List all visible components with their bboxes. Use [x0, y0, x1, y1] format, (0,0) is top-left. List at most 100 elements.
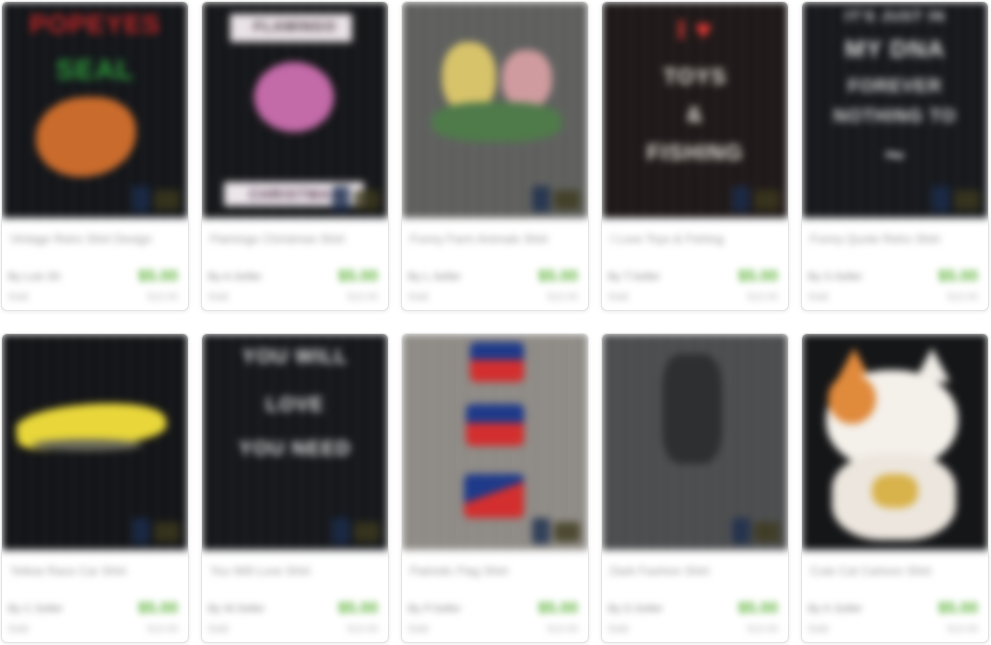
product-price: $5.00 [937, 268, 978, 285]
poster-text: IT'S JUST IN [844, 8, 946, 25]
shirt-badge [132, 518, 150, 544]
original-price: $18.99 [747, 624, 778, 635]
product-price: $5.00 [137, 600, 178, 617]
product-info: Yellow Race Car Shirt By C.Seller $5.00 … [2, 550, 188, 642]
seller-name[interactable]: By L.Seller [408, 271, 461, 283]
product-image[interactable] [802, 334, 988, 550]
original-price: $18.99 [347, 292, 378, 303]
product-info: I Love Toys & Fishing By T.Seller $5.00 … [602, 218, 788, 310]
product-title[interactable]: Vintage Retro Shirt Design [10, 232, 180, 246]
shirt-badge [354, 190, 380, 210]
animal-shape [432, 102, 562, 142]
product-image[interactable]: POPEYES SEAL [2, 2, 188, 218]
product-image[interactable] [602, 334, 788, 550]
seller-name[interactable]: By W.Seller [208, 603, 265, 615]
product-image[interactable]: I ♥ TOYS & FISHING [602, 2, 788, 218]
seller-name[interactable]: By A.Seller [208, 271, 262, 283]
seller-name[interactable]: By K.Seller [808, 603, 862, 615]
product-card[interactable]: Dark Fashion Shirt By D.Seller $5.00 Sol… [601, 333, 789, 643]
product-image[interactable] [402, 2, 588, 218]
product-title[interactable]: Funny Quote Retro Shirt [810, 232, 980, 246]
shirt-badge [354, 522, 380, 542]
product-card[interactable]: POPEYES SEAL Vintage Retro Shirt Design … [1, 1, 189, 311]
original-price: $18.99 [147, 624, 178, 635]
product-price: $5.00 [537, 600, 578, 617]
product-info: Flamingo Christmas Shirt By A.Seller $5.… [202, 218, 388, 310]
product-info: Funny Farm Animals Shirt By L.Seller $5.… [402, 218, 588, 310]
flamingo-shape [254, 62, 334, 132]
poster-text: SEAL [55, 54, 135, 85]
poster-text: TOYS [663, 64, 727, 89]
seller-name[interactable]: By Luis Sh [8, 271, 61, 283]
sold-label: Sold [808, 292, 829, 303]
sold-label: Sold [408, 292, 429, 303]
seller-name[interactable]: By D.Seller [608, 603, 663, 615]
poster-text: YOU WILL [242, 346, 348, 368]
seller-name[interactable]: By P.Seller [408, 603, 461, 615]
product-price: $5.00 [937, 600, 978, 617]
cat-patch-shape [828, 374, 876, 424]
shirt-badge [154, 522, 180, 542]
product-title[interactable]: Yellow Race Car Shirt [10, 564, 180, 578]
product-card[interactable]: Cute Cat Cartoon Shirt By K.Seller $5.00… [801, 333, 989, 643]
product-title[interactable]: Flamingo Christmas Shirt [210, 232, 380, 246]
poster-text: YOU NEED [238, 438, 352, 460]
original-price: $18.99 [747, 292, 778, 303]
product-image[interactable] [2, 334, 188, 550]
shirt-badge [154, 190, 180, 210]
product-info: Cute Cat Cartoon Shirt By K.Seller $5.00… [802, 550, 988, 642]
flag-shape [466, 404, 524, 446]
product-card[interactable]: FLAMINGO CHRISTMAS Flamingo Christmas Sh… [201, 1, 389, 311]
seller-name[interactable]: By T.Seller [608, 271, 660, 283]
sold-label: Sold [8, 292, 29, 303]
product-card[interactable]: I ♥ TOYS & FISHING I Love Toys & Fishing… [601, 1, 789, 311]
product-image[interactable] [402, 334, 588, 550]
seller-name[interactable]: By C.Seller [8, 603, 63, 615]
flag-shape [470, 342, 524, 382]
car-shadow [32, 439, 142, 451]
shirt-badge [132, 186, 150, 212]
product-card[interactable]: IT'S JUST IN MY DNA FOREVER NOTHING TO ~… [801, 1, 989, 311]
product-title[interactable]: I Love Toys & Fishing [610, 232, 780, 246]
shirt-badge [554, 522, 580, 542]
figure-shape [662, 354, 722, 464]
poster-text: FISHING [646, 140, 744, 165]
original-price: $18.99 [947, 292, 978, 303]
cat-food-shape [872, 474, 918, 508]
shirt-badge [332, 518, 350, 544]
original-price: $18.99 [547, 292, 578, 303]
shirt-badge [732, 186, 750, 212]
product-card[interactable]: Patriotic Flag Shirt By P.Seller $5.00 S… [401, 333, 589, 643]
flag-shape [464, 474, 524, 518]
product-title[interactable]: Patriotic Flag Shirt [410, 564, 580, 578]
original-price: $18.99 [547, 624, 578, 635]
product-price: $5.00 [137, 268, 178, 285]
product-card[interactable]: Funny Farm Animals Shirt By L.Seller $5.… [401, 1, 589, 311]
product-card[interactable]: YOU WILL LOVE YOU NEED You Will Love Shi… [201, 333, 389, 643]
original-price: $18.99 [347, 624, 378, 635]
product-title[interactable]: You Will Love Shirt [210, 564, 380, 578]
poster-text: FOREVER [847, 76, 942, 96]
product-title[interactable]: Funny Farm Animals Shirt [410, 232, 580, 246]
poster-text: LOVE [265, 394, 325, 416]
poster-text: & [686, 102, 704, 127]
product-price: $5.00 [337, 268, 378, 285]
shirt-badge [754, 522, 780, 542]
product-info: Dark Fashion Shirt By D.Seller $5.00 Sol… [602, 550, 788, 642]
sold-label: Sold [408, 624, 429, 635]
shirt-badge [954, 190, 980, 210]
sold-label: Sold [808, 624, 829, 635]
poster-text: NOTHING TO [833, 106, 957, 126]
product-title[interactable]: Dark Fashion Shirt [610, 564, 780, 578]
product-image[interactable]: IT'S JUST IN MY DNA FOREVER NOTHING TO ~ [802, 2, 988, 218]
shirt-badge [532, 186, 550, 212]
product-info: Vintage Retro Shirt Design By Luis Sh $5… [2, 218, 188, 310]
product-price: $5.00 [337, 600, 378, 617]
product-image[interactable]: FLAMINGO CHRISTMAS [202, 2, 388, 218]
poster-text: POPEYES [29, 9, 161, 39]
product-card[interactable]: Yellow Race Car Shirt By C.Seller $5.00 … [1, 333, 189, 643]
carrot-shape [36, 97, 136, 177]
product-title[interactable]: Cute Cat Cartoon Shirt [810, 564, 980, 578]
product-image[interactable]: YOU WILL LOVE YOU NEED [202, 334, 388, 550]
seller-name[interactable]: By S.Seller [808, 271, 862, 283]
